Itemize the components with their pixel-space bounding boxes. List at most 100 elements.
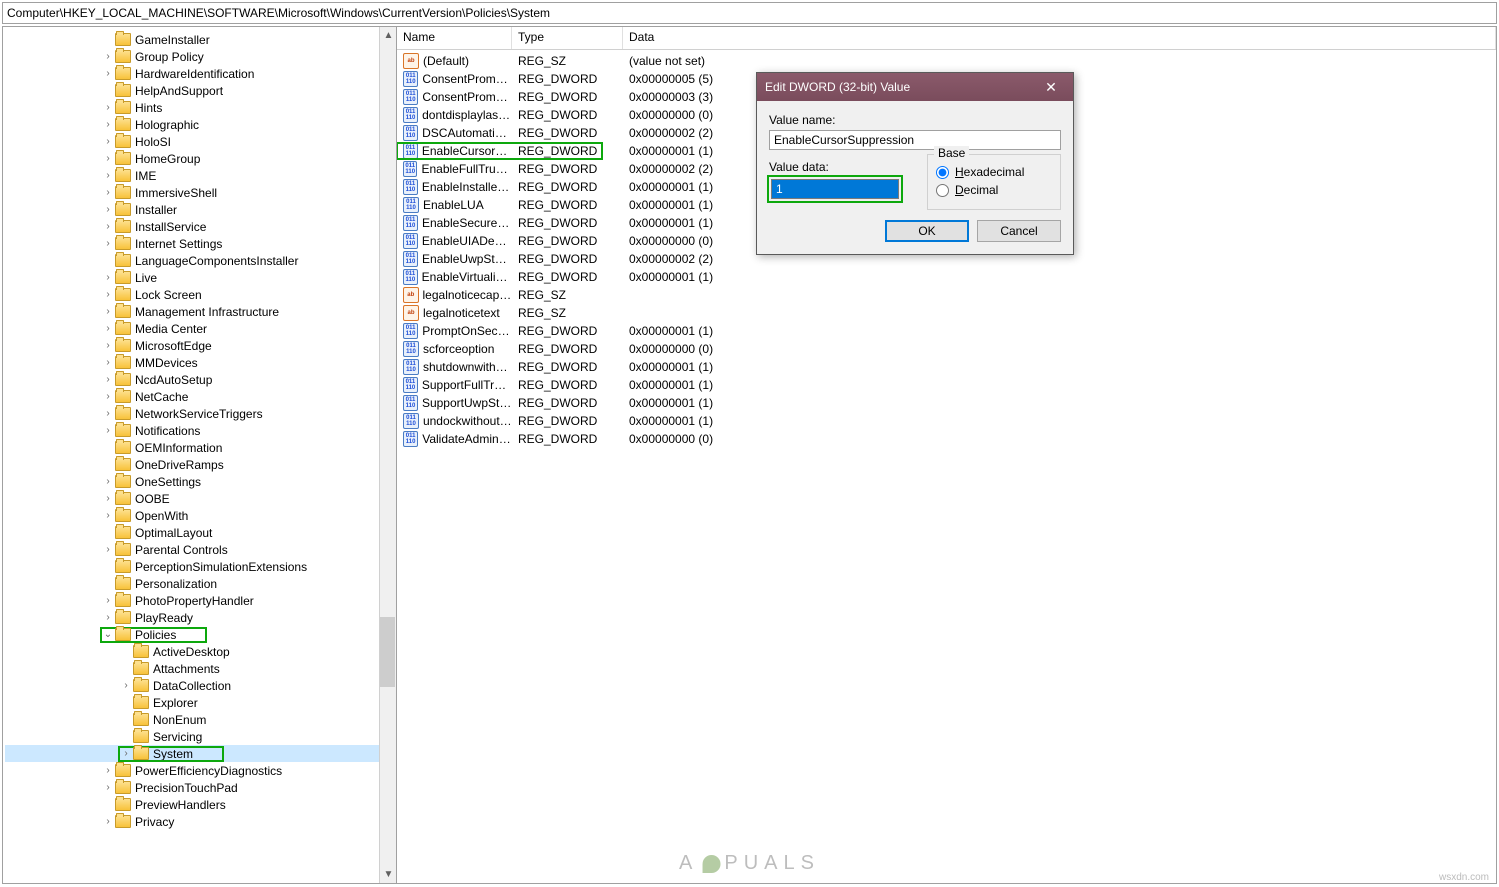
chevron-right-icon[interactable]: › <box>101 288 115 302</box>
tree-item[interactable]: ›PhotoPropertyHandler <box>5 592 396 609</box>
chevron-right-icon[interactable]: › <box>101 220 115 234</box>
value-row[interactable]: ablegalnoticetextREG_SZ <box>397 304 1496 322</box>
tree-item[interactable]: ›Privacy <box>5 813 396 830</box>
chevron-right-icon[interactable]: › <box>101 152 115 166</box>
radio-dec-input[interactable] <box>936 184 949 197</box>
tree-item[interactable]: ›PowerEfficiencyDiagnostics <box>5 762 396 779</box>
chevron-right-icon[interactable]: › <box>101 237 115 251</box>
tree-item[interactable]: ›Notifications <box>5 422 396 439</box>
tree-item[interactable]: PreviewHandlers <box>5 796 396 813</box>
tree-list[interactable]: GameInstaller›Group Policy›HardwareIdent… <box>3 27 396 883</box>
tree-item[interactable]: ›PrecisionTouchPad <box>5 779 396 796</box>
tree-item[interactable]: ›PlayReady <box>5 609 396 626</box>
value-row[interactable]: 011 110scforceoptionREG_DWORD0x00000000 … <box>397 340 1496 358</box>
chevron-right-icon[interactable]: › <box>101 305 115 319</box>
tree-item[interactable]: ›HardwareIdentification <box>5 65 396 82</box>
tree-item[interactable]: ›System <box>5 745 396 762</box>
chevron-right-icon[interactable]: › <box>101 781 115 795</box>
chevron-right-icon[interactable]: › <box>101 594 115 608</box>
col-header-name[interactable]: Name <box>397 27 512 49</box>
ok-button[interactable]: OK <box>885 220 969 242</box>
chevron-right-icon[interactable]: › <box>101 475 115 489</box>
chevron-right-icon[interactable]: › <box>101 169 115 183</box>
tree-item[interactable]: ›Lock Screen <box>5 286 396 303</box>
radio-decimal[interactable]: Decimal <box>936 183 1052 197</box>
tree-item[interactable]: ›ImmersiveShell <box>5 184 396 201</box>
tree-item[interactable]: ›Hints <box>5 99 396 116</box>
chevron-right-icon[interactable]: › <box>101 764 115 778</box>
tree-item[interactable]: ›InstallService <box>5 218 396 235</box>
tree-item[interactable]: ›NetCache <box>5 388 396 405</box>
tree-item[interactable]: ›Parental Controls <box>5 541 396 558</box>
chevron-right-icon[interactable]: › <box>101 356 115 370</box>
scroll-up-icon[interactable]: ▲ <box>380 27 397 44</box>
tree-item[interactable]: NonEnum <box>5 711 396 728</box>
tree-scrollbar[interactable]: ▲ ▼ <box>379 27 396 883</box>
tree-item[interactable]: ›MicrosoftEdge <box>5 337 396 354</box>
chevron-right-icon[interactable]: › <box>101 424 115 438</box>
tree-item[interactable]: ›Holographic <box>5 116 396 133</box>
dialog-titlebar[interactable]: Edit DWORD (32-bit) Value ✕ <box>757 73 1073 101</box>
tree-item[interactable]: ›OOBE <box>5 490 396 507</box>
tree-item[interactable]: ›OneSettings <box>5 473 396 490</box>
chevron-right-icon[interactable]: › <box>101 373 115 387</box>
chevron-right-icon[interactable]: › <box>101 203 115 217</box>
chevron-right-icon[interactable]: › <box>101 611 115 625</box>
tree-item[interactable]: ›Media Center <box>5 320 396 337</box>
chevron-right-icon[interactable]: › <box>101 339 115 353</box>
tree-item[interactable]: ›NcdAutoSetup <box>5 371 396 388</box>
tree-item[interactable]: ›Group Policy <box>5 48 396 65</box>
value-row[interactable]: ab(Default)REG_SZ(value not set) <box>397 52 1496 70</box>
tree-item[interactable]: ›MMDevices <box>5 354 396 371</box>
tree-item[interactable]: OptimalLayout <box>5 524 396 541</box>
tree-item[interactable]: LanguageComponentsInstaller <box>5 252 396 269</box>
value-row[interactable]: 011 110SupportUwpStar...REG_DWORD0x00000… <box>397 394 1496 412</box>
chevron-right-icon[interactable]: › <box>101 492 115 506</box>
tree-item[interactable]: ActiveDesktop <box>5 643 396 660</box>
tree-item[interactable]: HelpAndSupport <box>5 82 396 99</box>
tree-item[interactable]: Explorer <box>5 694 396 711</box>
chevron-right-icon[interactable]: › <box>119 747 133 761</box>
address-bar[interactable]: Computer\HKEY_LOCAL_MACHINE\SOFTWARE\Mic… <box>2 2 1497 24</box>
tree-item[interactable]: OneDriveRamps <box>5 456 396 473</box>
chevron-right-icon[interactable]: › <box>101 67 115 81</box>
tree-item[interactable]: Attachments <box>5 660 396 677</box>
value-row[interactable]: 011 110PromptOnSecur...REG_DWORD0x000000… <box>397 322 1496 340</box>
tree-item[interactable]: ›Installer <box>5 201 396 218</box>
value-name-field[interactable] <box>769 130 1061 150</box>
value-row[interactable]: 011 110EnableVirtualizat...REG_DWORD0x00… <box>397 268 1496 286</box>
tree-item[interactable]: Servicing <box>5 728 396 745</box>
chevron-right-icon[interactable]: › <box>101 322 115 336</box>
tree-item[interactable]: ›HomeGroup <box>5 150 396 167</box>
value-row[interactable]: 011 110undockwithoutl...REG_DWORD0x00000… <box>397 412 1496 430</box>
tree-item[interactable]: ›Management Infrastructure <box>5 303 396 320</box>
chevron-right-icon[interactable]: › <box>101 118 115 132</box>
chevron-right-icon[interactable]: › <box>101 186 115 200</box>
tree-item[interactable]: ›Live <box>5 269 396 286</box>
chevron-right-icon[interactable]: › <box>101 390 115 404</box>
tree-item[interactable]: GameInstaller <box>5 31 396 48</box>
radio-hexadecimal[interactable]: Hexadecimal <box>936 165 1052 179</box>
tree-item[interactable]: ›Internet Settings <box>5 235 396 252</box>
tree-item[interactable]: Personalization <box>5 575 396 592</box>
chevron-right-icon[interactable]: › <box>101 101 115 115</box>
chevron-right-icon[interactable]: › <box>119 679 133 693</box>
value-row[interactable]: 011 110SupportFullTrust...REG_DWORD0x000… <box>397 376 1496 394</box>
cancel-button[interactable]: Cancel <box>977 220 1061 242</box>
col-header-data[interactable]: Data <box>623 27 1496 49</box>
value-row[interactable]: ablegalnoticecapti...REG_SZ <box>397 286 1496 304</box>
chevron-right-icon[interactable]: › <box>101 135 115 149</box>
tree-item[interactable]: ⌄Policies <box>5 626 396 643</box>
value-row[interactable]: 011 110shutdownwitho...REG_DWORD0x000000… <box>397 358 1496 376</box>
chevron-right-icon[interactable]: › <box>101 271 115 285</box>
value-data-field[interactable] <box>771 179 899 199</box>
col-header-type[interactable]: Type <box>512 27 623 49</box>
chevron-right-icon[interactable]: › <box>101 407 115 421</box>
chevron-right-icon[interactable]: › <box>101 50 115 64</box>
radio-hex-input[interactable] <box>936 166 949 179</box>
tree-item[interactable]: PerceptionSimulationExtensions <box>5 558 396 575</box>
tree-item[interactable]: ›IME <box>5 167 396 184</box>
close-icon[interactable]: ✕ <box>1037 77 1065 97</box>
value-row[interactable]: 011 110ValidateAdminC...REG_DWORD0x00000… <box>397 430 1496 448</box>
chevron-right-icon[interactable]: › <box>101 543 115 557</box>
